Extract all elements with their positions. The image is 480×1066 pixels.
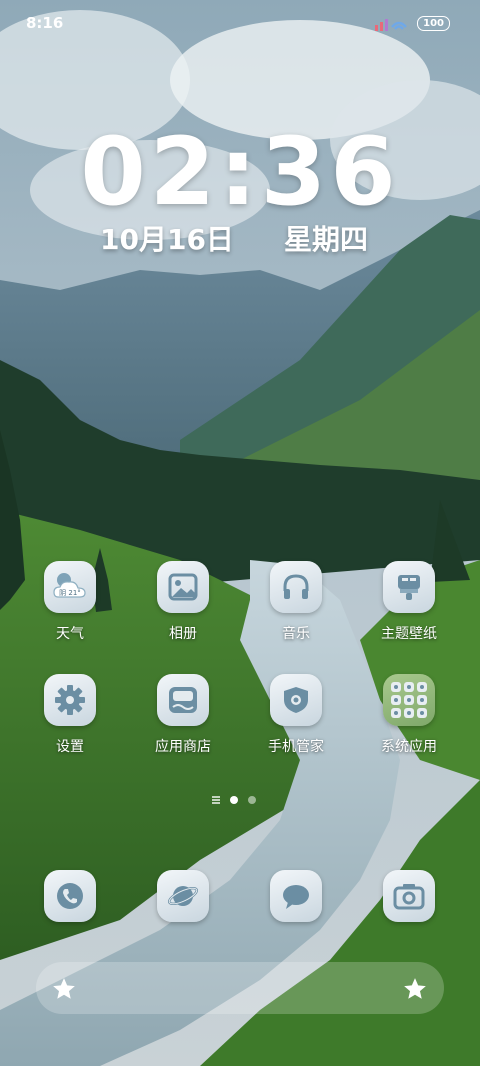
dock-messages[interactable] [241, 870, 351, 922]
star-icon[interactable] [402, 976, 428, 1002]
app-gallery[interactable]: 相册 [128, 561, 238, 643]
app-phone-manager[interactable]: 手机管家 [241, 674, 351, 756]
folder-icon [383, 674, 435, 726]
bottom-dock-bar [36, 962, 444, 1014]
dock-camera[interactable] [354, 870, 464, 922]
shield-icon [270, 674, 322, 726]
app-label: 相册 [169, 626, 197, 642]
status-time: 8:16 [26, 14, 64, 32]
app-settings[interactable]: 设置 [15, 674, 125, 756]
app-store[interactable]: 应用商店 [128, 674, 238, 756]
signal-icon [375, 18, 408, 31]
app-label: 天气 [56, 626, 84, 642]
page-indicator[interactable] [212, 796, 256, 804]
browser-icon [157, 870, 209, 922]
phone-icon [44, 870, 96, 922]
battery-indicator: 100 [417, 16, 450, 31]
page-dot [248, 796, 256, 804]
weather-icon: 阴 21° [44, 561, 96, 613]
message-icon [270, 870, 322, 922]
app-themes[interactable]: 主题壁纸 [354, 561, 464, 643]
clock-weekday: 星期四 [284, 223, 369, 256]
app-store-icon [157, 674, 209, 726]
app-label: 音乐 [282, 626, 310, 642]
gallery-icon [157, 561, 209, 613]
app-label: 应用商店 [155, 739, 211, 755]
page-dot-active [230, 796, 238, 804]
weather-badge: 阴 21° [59, 588, 81, 597]
home-page-dot [212, 799, 220, 801]
lock-clock-time[interactable]: 02:36 [0, 118, 480, 227]
app-label: 主题壁纸 [381, 626, 437, 642]
app-label: 手机管家 [268, 739, 324, 755]
gear-icon [44, 674, 96, 726]
star-icon[interactable] [51, 976, 77, 1002]
camera-icon [383, 870, 435, 922]
dock-browser[interactable] [128, 870, 238, 922]
theme-icon [383, 561, 435, 613]
status-right: 100 [375, 16, 450, 31]
app-label: 设置 [56, 739, 84, 755]
app-music[interactable]: 音乐 [241, 561, 351, 643]
app-weather[interactable]: 阴 21° 天气 [15, 561, 125, 643]
status-bar: 8:16 100 [26, 12, 450, 36]
app-label: 系统应用 [381, 739, 437, 755]
clock-date: 10月16日 [100, 223, 234, 256]
folder-system-apps[interactable]: 系统应用 [354, 674, 464, 756]
dock-phone[interactable] [15, 870, 125, 922]
headphones-icon [270, 561, 322, 613]
